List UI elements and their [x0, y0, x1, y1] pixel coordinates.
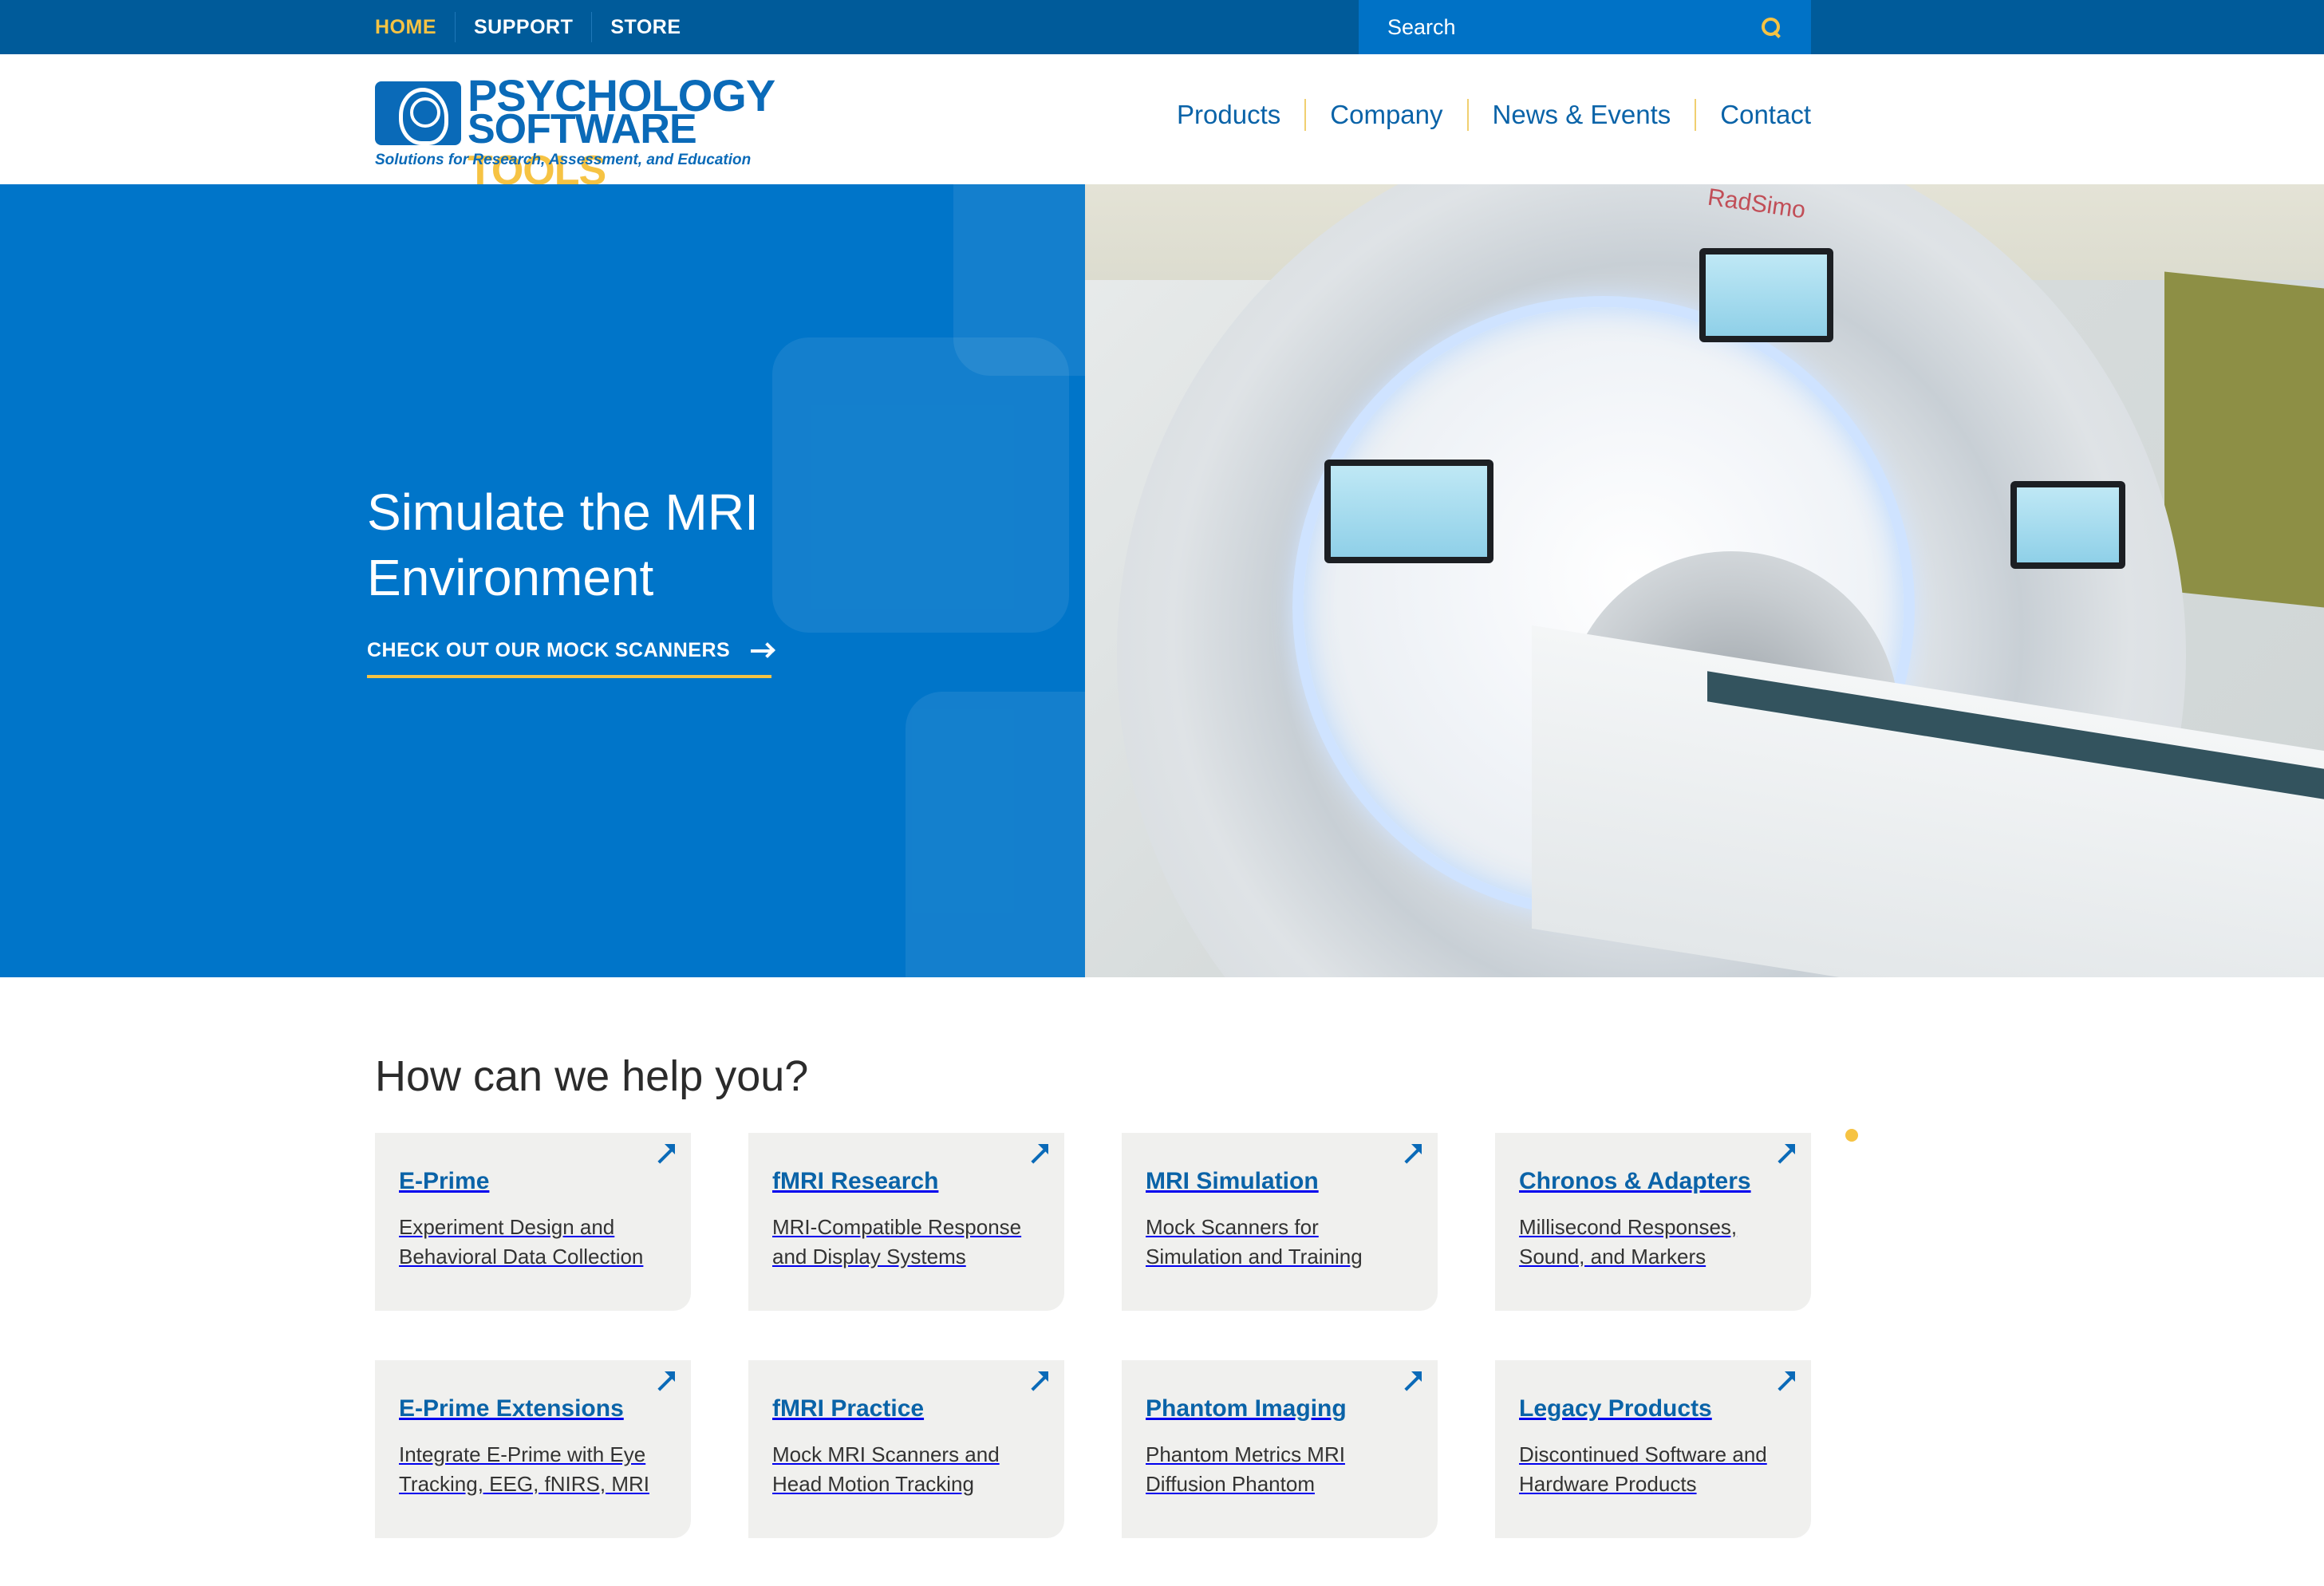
carousel-dot-3[interactable] [1845, 1129, 1858, 1142]
card-fmri-research[interactable]: fMRI Research MRI-Compatible Response and… [748, 1133, 1064, 1311]
carousel-dots [1797, 1129, 1906, 1142]
cta-label: CHECK OUT OUR MOCK SCANNERS [367, 639, 731, 661]
card-title: fMRI Research [772, 1168, 939, 1194]
external-arrow-icon [1401, 1371, 1422, 1392]
card-legacy-products[interactable]: Legacy Products Discontinued Software an… [1495, 1360, 1811, 1538]
card-mri-simulation[interactable]: MRI Simulation Mock Scanners for Simulati… [1122, 1133, 1438, 1311]
hero-text-panel: Simulate the MRI Environment CHECK OUT OU… [0, 184, 1085, 977]
site-logo[interactable]: PSYCHOLOGY SOFTWARE TOOLS Solutions for … [375, 73, 806, 191]
card-fmri-practice[interactable]: fMRI Practice Mock MRI Scanners and Head … [748, 1360, 1064, 1538]
card-description: Mock MRI Scanners and Head Motion Trackin… [772, 1442, 1000, 1496]
help-section-title: How can we help you? [375, 1052, 809, 1100]
card-title: MRI Simulation [1146, 1168, 1319, 1194]
image-wall [2164, 271, 2324, 608]
top-utility-bar: HOME SUPPORT STORE [0, 0, 2324, 54]
nav-products[interactable]: Products [1153, 99, 1304, 131]
external-arrow-icon [1028, 1371, 1048, 1392]
card-description: Integrate E-Prime with Eye Tracking, EEG,… [399, 1442, 649, 1496]
nav-home-link[interactable]: HOME [375, 12, 455, 42]
external-arrow-icon [1028, 1144, 1048, 1165]
card-title: Chronos & Adapters [1519, 1168, 1751, 1194]
nav-store-link[interactable]: STORE [591, 12, 699, 42]
search-input[interactable] [1387, 14, 1760, 40]
external-arrow-icon [1774, 1144, 1795, 1165]
image-monitor [1324, 460, 1493, 563]
nav-support-link[interactable]: SUPPORT [455, 12, 591, 42]
logo-line-2: SOFTWARE TOOLS [468, 108, 806, 191]
card-description: Experiment Design and Behavioral Data Col… [399, 1215, 644, 1268]
card-title: E-Prime [399, 1168, 490, 1194]
card-phantom-imaging[interactable]: Phantom Imaging Phantom Metrics MRI Diffu… [1122, 1360, 1438, 1538]
hero-title: Simulate the MRI Environment [367, 483, 759, 606]
card-description: Millisecond Responses, Sound, and Markers [1519, 1215, 1738, 1268]
card-title: Legacy Products [1519, 1395, 1712, 1422]
logo-word-software: SOFTWARE [468, 106, 697, 152]
card-e-prime[interactable]: E-Prime Experiment Design and Behavioral … [375, 1133, 691, 1311]
carousel-dot-2[interactable] [1821, 1129, 1834, 1142]
external-arrow-icon [1774, 1371, 1795, 1392]
search-bar [1359, 0, 1811, 54]
nav-company[interactable]: Company [1304, 99, 1466, 131]
card-title: Phantom Imaging [1146, 1395, 1347, 1422]
utility-nav: HOME SUPPORT STORE [375, 0, 700, 54]
help-cards-grid: E-Prime Experiment Design and Behavioral … [375, 1133, 1811, 1538]
card-title: fMRI Practice [772, 1395, 925, 1422]
external-arrow-icon [654, 1371, 675, 1392]
hero-carousel: Simulate the MRI Environment CHECK OUT OU… [0, 184, 2324, 1142]
external-arrow-icon [1401, 1144, 1422, 1165]
nav-news-events[interactable]: News & Events [1466, 99, 1695, 131]
search-icon[interactable] [1760, 16, 1782, 38]
carousel-dot-4[interactable] [1869, 1129, 1882, 1142]
card-e-prime-extensions[interactable]: E-Prime Extensions Integrate E-Prime wit… [375, 1360, 691, 1538]
nav-contact[interactable]: Contact [1695, 99, 1811, 131]
card-description: MRI-Compatible Response and Display Syste… [772, 1215, 1022, 1268]
carousel-dot-5[interactable] [1893, 1129, 1906, 1142]
site-header: PSYCHOLOGY SOFTWARE TOOLS Solutions for … [0, 54, 2324, 191]
external-arrow-icon [654, 1144, 675, 1165]
card-chronos-adapters[interactable]: Chronos & Adapters Millisecond Responses… [1495, 1133, 1811, 1311]
hero-decor-shape [906, 692, 1085, 977]
card-description: Mock Scanners for Simulation and Training [1146, 1215, 1363, 1268]
logo-head-globe-icon [375, 81, 461, 145]
arrow-right-icon [751, 649, 772, 653]
card-description: Phantom Metrics MRI Diffusion Phantom [1146, 1442, 1345, 1496]
logo-tagline: Solutions for Research, Assessment, and … [375, 152, 752, 168]
image-monitor [2010, 481, 2125, 569]
hero-mri-scanner-image: RadSimo [1085, 184, 2324, 977]
mock-scanners-cta[interactable]: CHECK OUT OUR MOCK SCANNERS [367, 639, 772, 678]
main-nav: Products Company News & Events Contact [1153, 99, 1811, 131]
card-description: Discontinued Software and Hardware Produc… [1519, 1442, 1767, 1496]
image-monitor [1699, 248, 1833, 342]
card-title: E-Prime Extensions [399, 1395, 624, 1422]
